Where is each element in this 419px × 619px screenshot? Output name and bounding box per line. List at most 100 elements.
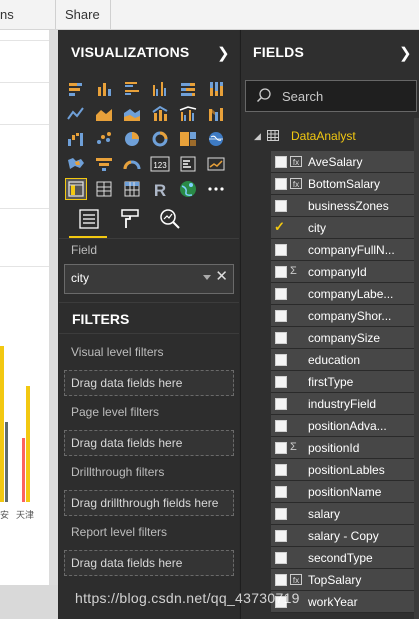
kpi-icon[interactable] <box>205 153 227 175</box>
field-row[interactable]: ✓ city <box>271 217 414 239</box>
funnel-chart-icon[interactable] <box>93 153 115 175</box>
treemap-icon[interactable] <box>177 128 199 150</box>
map-icon[interactable] <box>205 128 227 150</box>
fields-well-tab-icon[interactable] <box>76 206 102 232</box>
analytics-magnifier-icon[interactable] <box>157 206 183 232</box>
checkbox-checked[interactable]: ✓ <box>274 219 285 234</box>
scatter-chart-icon[interactable] <box>93 128 115 150</box>
checkbox[interactable] <box>275 178 287 190</box>
chart-bar[interactable] <box>26 386 30 502</box>
field-row[interactable]: companySize <box>271 327 414 349</box>
report-canvas[interactable]: 安 天津 <box>0 30 58 619</box>
field-row[interactable]: companyShor... <box>271 305 414 327</box>
report-level-filters-dropzone[interactable]: Drag data fields here <box>64 550 234 576</box>
field-row[interactable]: salary <box>271 503 414 525</box>
pie-chart-icon[interactable] <box>121 128 143 150</box>
field-row[interactable]: fx AveSalary <box>271 151 414 173</box>
slicer-icon[interactable] <box>65 178 87 200</box>
checkbox[interactable] <box>275 464 287 476</box>
drillthrough-filters-dropzone[interactable]: Drag drillthrough fields here <box>64 490 234 516</box>
checkbox[interactable] <box>275 508 287 520</box>
field-row[interactable]: secondType <box>271 547 414 569</box>
checkbox[interactable] <box>275 442 287 454</box>
checkbox[interactable] <box>275 310 287 322</box>
remove-field-close-icon[interactable]: ✕ <box>215 269 228 285</box>
matrix-icon[interactable] <box>121 178 143 200</box>
report-page[interactable]: 安 天津 <box>0 30 49 585</box>
field-options-dropdown-icon[interactable] <box>203 275 211 280</box>
field-name: businessZones <box>308 199 389 213</box>
line-and-clustered-column-chart-icon[interactable] <box>177 103 199 125</box>
filled-map-icon[interactable] <box>65 153 87 175</box>
more-visuals-icon[interactable] <box>205 178 227 200</box>
clustered-bar-chart-icon[interactable] <box>121 78 143 100</box>
fields-scrollbar[interactable] <box>414 118 419 619</box>
checkbox[interactable] <box>275 420 287 432</box>
field-row[interactable]: positionLables <box>271 459 414 481</box>
multi-row-card-icon[interactable] <box>177 153 199 175</box>
field-row[interactable]: positionName <box>271 481 414 503</box>
visual-level-filters-dropzone[interactable]: Drag data fields here <box>64 370 234 396</box>
field-row[interactable]: companyFullN... <box>271 239 414 261</box>
table-visual-icon[interactable] <box>93 178 115 200</box>
field-row[interactable]: fx BottomSalary <box>271 173 414 195</box>
field-row[interactable]: industryField <box>271 393 414 415</box>
field-name: companySize <box>308 331 381 345</box>
chart-bar[interactable] <box>0 346 4 502</box>
checkbox[interactable] <box>275 332 287 344</box>
100-percent-column-chart-icon[interactable] <box>205 78 227 100</box>
line-and-column-chart-icon[interactable] <box>149 103 171 125</box>
line-chart-icon[interactable] <box>65 103 87 125</box>
checkbox[interactable] <box>275 574 287 586</box>
field-row[interactable]: ΣcompanyId <box>271 261 414 283</box>
r-script-visual-icon[interactable]: R <box>149 178 171 200</box>
page-level-filters-dropzone[interactable]: Drag data fields here <box>64 430 234 456</box>
100-percent-bar-chart-icon[interactable] <box>177 78 199 100</box>
checkbox[interactable] <box>275 266 287 278</box>
ribbon-tab-partial[interactable]: ns <box>0 7 14 22</box>
field-row[interactable]: education <box>271 349 414 371</box>
field-well-label: Field <box>71 243 98 257</box>
area-chart-icon[interactable] <box>93 103 115 125</box>
checkbox[interactable] <box>275 398 287 410</box>
checkbox[interactable] <box>275 376 287 388</box>
waterfall-chart-icon[interactable] <box>65 128 87 150</box>
field-row[interactable]: businessZones <box>271 195 414 217</box>
field-name: salary - Copy <box>308 529 379 543</box>
canvas-scrollbar[interactable] <box>49 30 58 619</box>
field-well-city[interactable]: city ✕ <box>64 264 234 294</box>
card-icon[interactable]: 123 <box>149 153 171 175</box>
chart-bar[interactable] <box>5 422 8 502</box>
stacked-column-chart-icon[interactable] <box>93 78 115 100</box>
ribbon-chart-icon[interactable] <box>205 103 227 125</box>
field-row[interactable]: positionAdva... <box>271 415 414 437</box>
field-row[interactable]: companyLabe... <box>271 283 414 305</box>
clustered-column-chart-icon[interactable] <box>149 78 171 100</box>
fields-search-input[interactable]: Search <box>245 80 417 112</box>
checkbox[interactable] <box>275 530 287 542</box>
field-row[interactable]: salary - Copy <box>271 525 414 547</box>
checkbox[interactable] <box>275 486 287 498</box>
stacked-bar-chart-icon[interactable] <box>65 78 87 100</box>
sigma-icon: Σ <box>290 265 297 277</box>
checkbox[interactable] <box>275 552 287 564</box>
checkbox[interactable] <box>275 354 287 366</box>
table-node-dataanalyst[interactable]: ◢ DataAnalyst <box>241 126 419 146</box>
field-row[interactable]: fx TopSalary <box>271 569 414 591</box>
checkbox[interactable] <box>275 156 287 168</box>
format-paint-roller-icon[interactable] <box>117 206 143 232</box>
field-row[interactable]: ΣpositionId <box>271 437 414 459</box>
gauge-icon[interactable] <box>121 153 143 175</box>
expand-caret-icon[interactable]: ◢ <box>254 131 261 142</box>
donut-chart-icon[interactable] <box>149 128 171 150</box>
tab-share[interactable]: Share <box>65 7 100 22</box>
stacked-area-chart-icon[interactable] <box>121 103 143 125</box>
chart-bar[interactable] <box>22 438 25 502</box>
field-row[interactable]: firstType <box>271 371 414 393</box>
checkbox[interactable] <box>275 244 287 256</box>
checkbox[interactable] <box>275 200 287 212</box>
collapse-fields-chevron-icon[interactable]: ❯ <box>399 44 412 62</box>
collapse-visualizations-chevron-icon[interactable]: ❯ <box>217 44 230 62</box>
globe-map-icon[interactable] <box>177 178 199 200</box>
checkbox[interactable] <box>275 288 287 300</box>
